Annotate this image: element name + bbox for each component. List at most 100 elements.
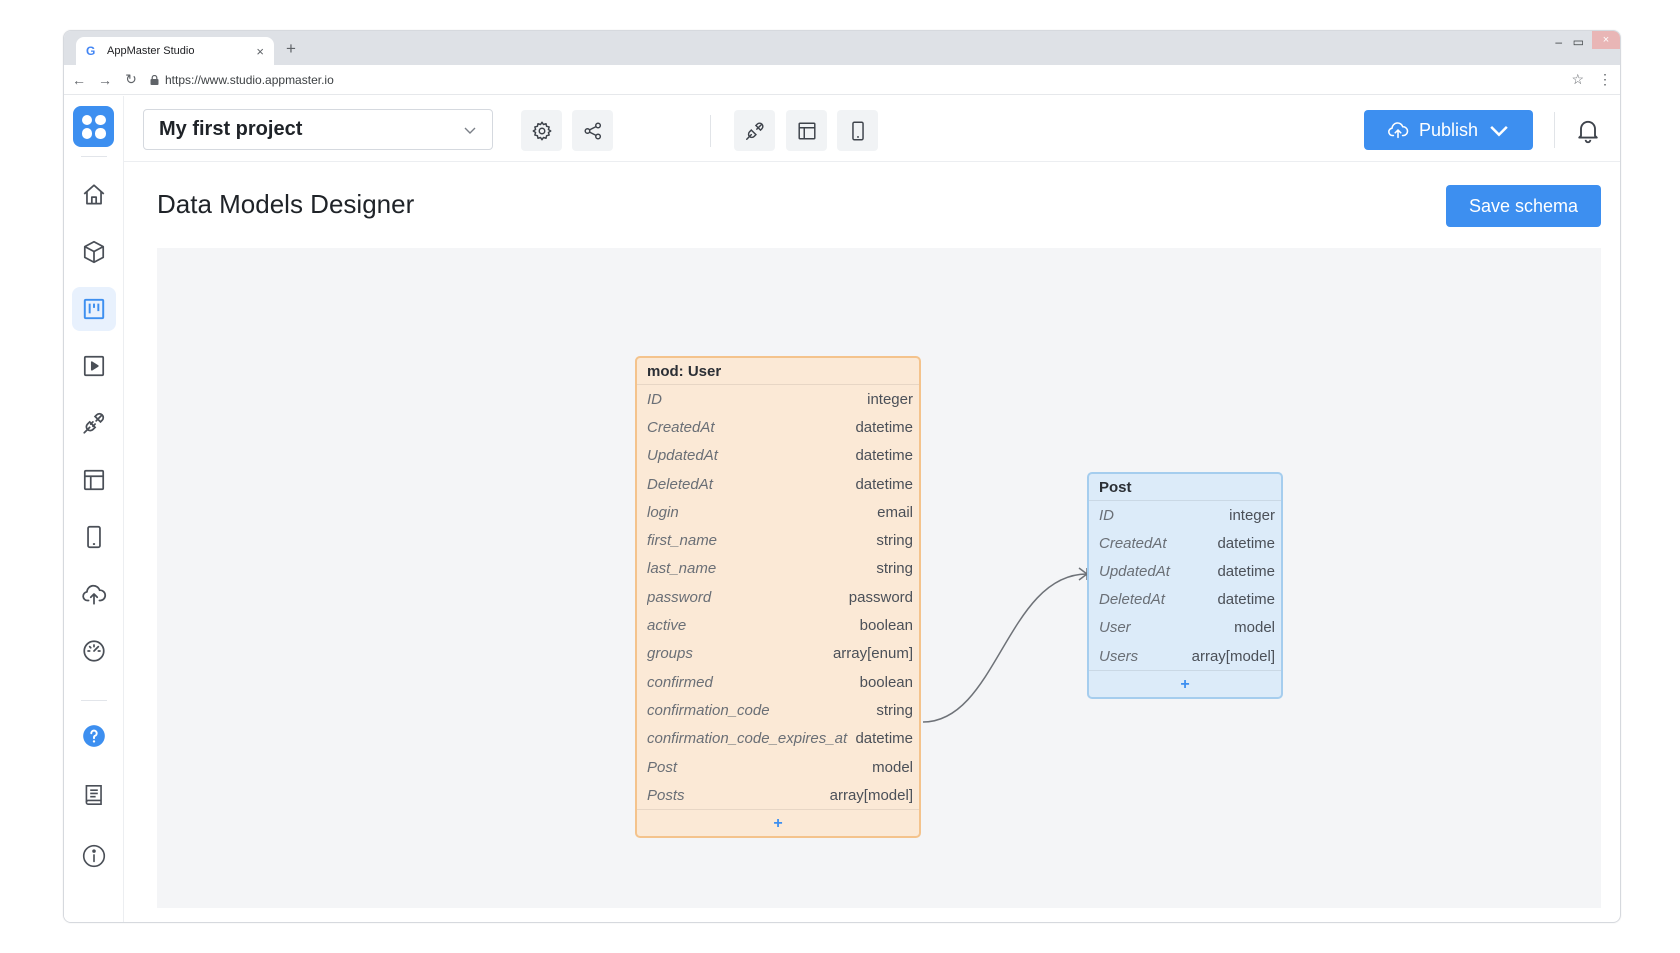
appmaster-logo[interactable] (73, 106, 114, 147)
sidebar-item-deploy[interactable] (72, 572, 116, 616)
gauge-icon (83, 640, 105, 662)
field-row[interactable]: groups array[enum] (637, 640, 919, 668)
info-icon (82, 844, 106, 868)
tab-close-icon[interactable]: × (256, 44, 264, 59)
field-row[interactable]: UpdatedAt datetime (637, 442, 919, 470)
field-row[interactable]: password password (637, 583, 919, 611)
project-select[interactable]: My first project (143, 109, 493, 150)
field-name: DeletedAt (647, 475, 713, 493)
field-name: last_name (647, 560, 717, 578)
cloud-upload-icon (82, 584, 107, 605)
play-icon (83, 355, 105, 377)
field-name: CreatedAt (1099, 534, 1167, 552)
sidebar-item-modules[interactable] (72, 230, 116, 274)
sidebar-item-endpoints[interactable] (72, 401, 116, 445)
sidebar-item-help[interactable] (72, 714, 116, 758)
settings-button[interactable] (521, 110, 562, 151)
url-field[interactable]: https://www.studio.appmaster.io (150, 73, 1571, 87)
window-close-icon[interactable]: × (1592, 31, 1620, 49)
field-type: datetime (1217, 591, 1275, 609)
field-row[interactable]: ID integer (1089, 501, 1281, 529)
browser-tabbar: G AppMaster Studio × + – ▭ × (64, 31, 1620, 65)
field-type: string (876, 560, 913, 578)
relation-line-posts-users (922, 573, 1088, 723)
field-row[interactable]: DeletedAt datetime (1089, 586, 1281, 614)
maximize-icon[interactable]: ▭ (1573, 35, 1584, 49)
field-row[interactable]: confirmation_code_expires_at datetime (637, 725, 919, 753)
model-title[interactable]: Post (1089, 474, 1281, 501)
field-type: datetime (855, 447, 913, 465)
field-name: confirmed (647, 673, 713, 691)
field-type: datetime (1217, 534, 1275, 552)
share-button[interactable] (572, 110, 613, 151)
project-name: My first project (159, 118, 303, 140)
mobile-app-button[interactable] (837, 110, 878, 151)
field-row[interactable]: first_name string (637, 526, 919, 554)
lock-icon (150, 74, 159, 85)
field-row[interactable]: CreatedAt datetime (637, 413, 919, 441)
field-row[interactable]: User model (1089, 614, 1281, 642)
minimize-icon[interactable]: – (1555, 35, 1562, 49)
publish-button[interactable]: Publish (1364, 110, 1533, 150)
plug-icon (83, 412, 105, 434)
board-icon (83, 298, 105, 320)
field-type: string (876, 532, 913, 550)
field-name: DeletedAt (1099, 591, 1165, 609)
field-row[interactable]: active boolean (637, 611, 919, 639)
model-title[interactable]: mod: User (637, 358, 919, 385)
sidebar-item-info[interactable] (72, 834, 116, 878)
field-row[interactable]: CreatedAt datetime (1089, 529, 1281, 557)
save-schema-button[interactable]: Save schema (1446, 185, 1601, 227)
model-card-user[interactable]: mod: User ID integer CreatedAt datetime Upda… (635, 356, 921, 838)
field-name: login (647, 503, 679, 521)
sidebar-item-home[interactable] (72, 173, 116, 217)
forward-icon[interactable]: → (92, 72, 118, 88)
field-row[interactable]: DeletedAt datetime (637, 470, 919, 498)
field-row[interactable]: Post model (637, 753, 919, 781)
bell-icon[interactable] (1574, 116, 1602, 144)
sidebar-item-web-apps[interactable] (72, 458, 116, 502)
field-type: boolean (859, 673, 913, 691)
sidebar-item-mobile-apps[interactable] (72, 515, 116, 559)
field-type: datetime (1217, 562, 1275, 580)
model-card-post[interactable]: Post ID integer CreatedAt datetime UpdatedAt… (1087, 472, 1283, 699)
browser-tab[interactable]: G AppMaster Studio × (76, 37, 274, 65)
field-type: email (877, 503, 913, 521)
field-name: confirmation_code (647, 701, 770, 719)
add-field-button[interactable]: + (1089, 670, 1281, 697)
sidebar-item-monitoring[interactable] (72, 629, 116, 673)
avatar[interactable]: DI (1620, 110, 1621, 150)
sidebar-item-docs[interactable] (72, 773, 116, 817)
field-row[interactable]: confirmation_code string (637, 696, 919, 724)
layout-icon (797, 121, 816, 140)
field-row[interactable]: Posts array[model] (637, 781, 919, 809)
chevron-down-icon (1490, 125, 1508, 137)
schema-canvas[interactable]: mod: User ID integer CreatedAt datetime Upda… (157, 248, 1601, 908)
sidebar-item-data-models[interactable] (72, 287, 116, 331)
field-row[interactable]: login email (637, 498, 919, 526)
reload-icon[interactable]: ↻ (118, 71, 144, 88)
app-sidebar (64, 96, 124, 922)
browser-menu-icon[interactable]: ⋮ (1598, 71, 1612, 88)
field-name: confirmation_code_expires_at (647, 730, 848, 748)
logo-grid-icon (81, 114, 106, 139)
field-row[interactable]: Users array[model] (1089, 642, 1281, 670)
field-row[interactable]: ID integer (637, 385, 919, 413)
field-row[interactable]: UpdatedAt datetime (1089, 557, 1281, 585)
field-row[interactable]: last_name string (637, 555, 919, 583)
endpoints-button[interactable] (734, 110, 775, 151)
new-tab-icon[interactable]: + (286, 39, 296, 59)
field-type: datetime (855, 475, 913, 493)
back-icon[interactable]: ← (66, 72, 92, 88)
add-field-button[interactable]: + (637, 809, 919, 836)
field-name: first_name (647, 532, 718, 550)
web-app-button[interactable] (786, 110, 827, 151)
bookmark-star-icon[interactable]: ☆ (1571, 71, 1584, 88)
sidebar-item-business-processes[interactable] (72, 344, 116, 388)
field-name: User (1099, 619, 1131, 637)
field-type: integer (1229, 506, 1275, 524)
tab-title: AppMaster Studio (107, 45, 195, 57)
field-name: CreatedAt (647, 418, 715, 436)
field-row[interactable]: confirmed boolean (637, 668, 919, 696)
sidebar-divider-bottom (81, 700, 107, 701)
